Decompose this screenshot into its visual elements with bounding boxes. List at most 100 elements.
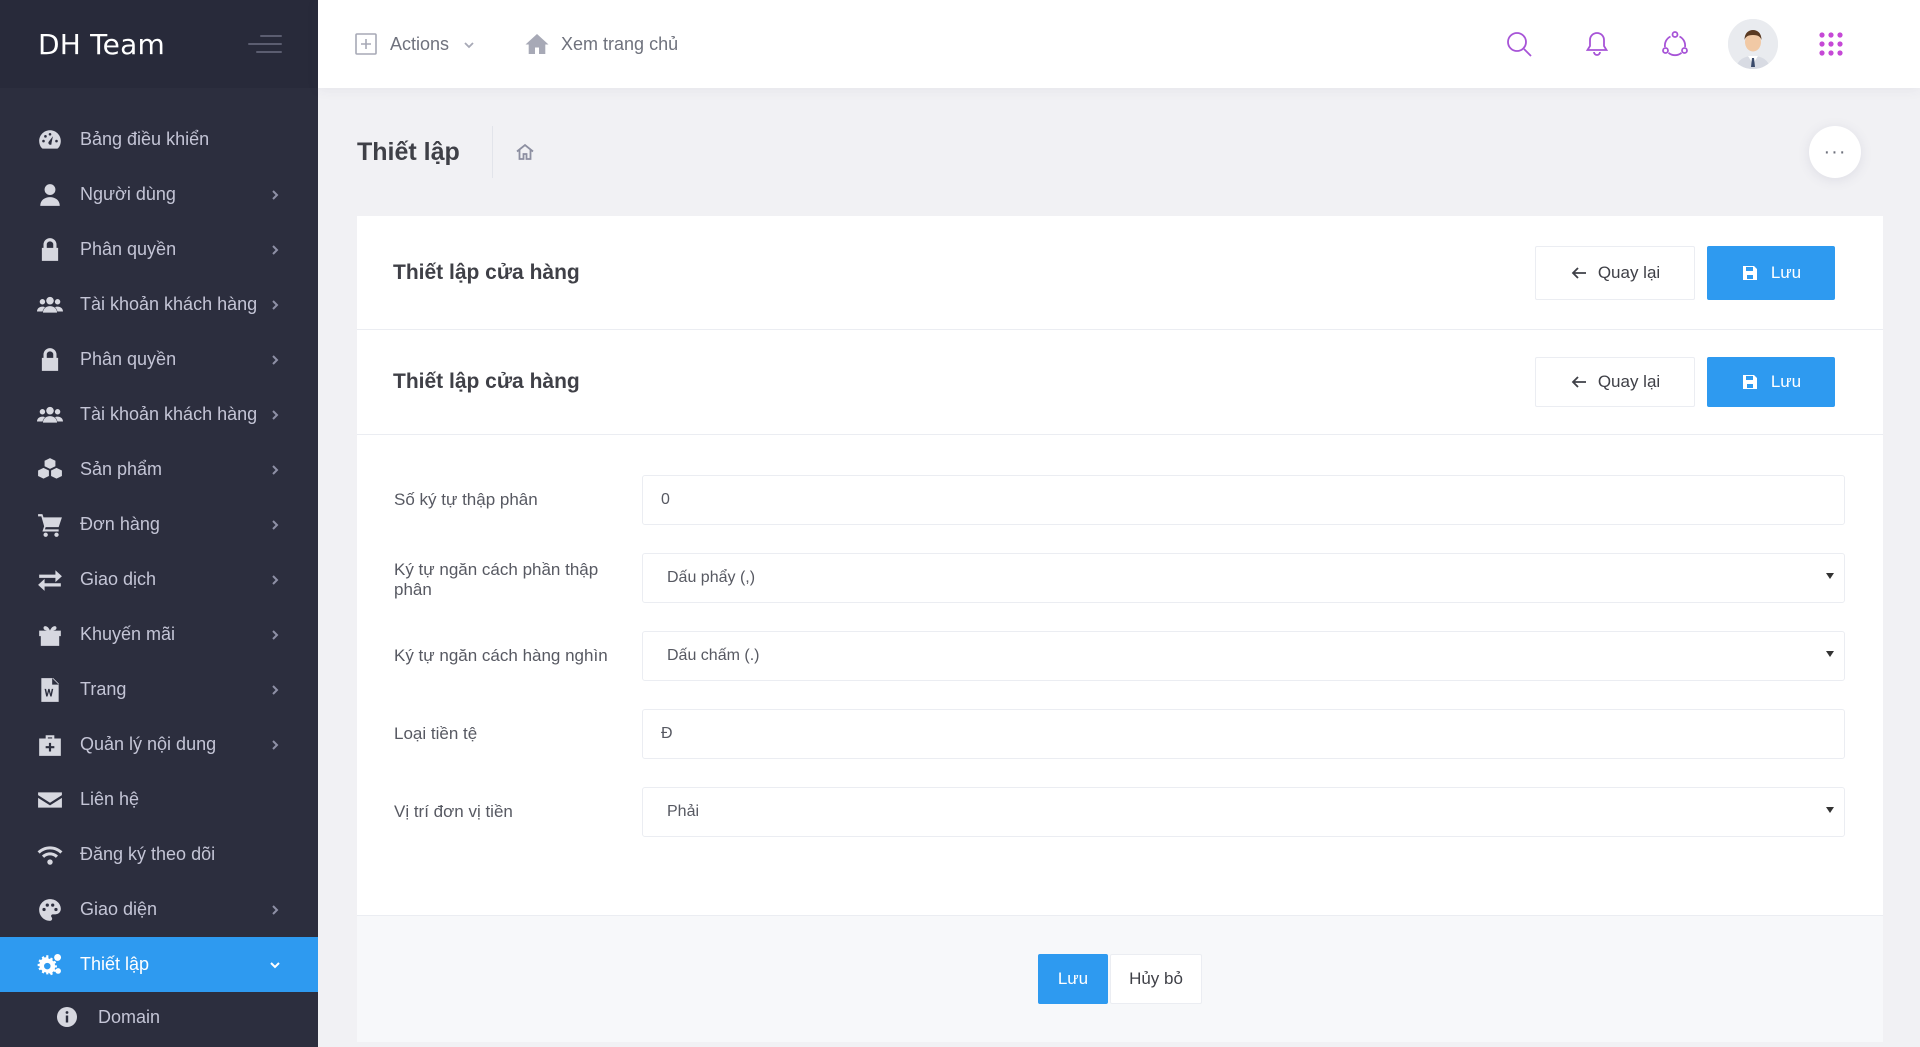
save-button-secondary[interactable]: Lưu xyxy=(1707,357,1835,407)
users-icon xyxy=(36,401,64,429)
sidebar-item-label: Tài khoản khách hàng xyxy=(80,404,258,424)
save-button-label: Lưu xyxy=(1770,262,1802,282)
sidebar: DH Team Bảng điều khiển Người dùng Phân … xyxy=(0,0,318,1047)
currency-position-label: Vị trí đơn vị tiền xyxy=(394,801,513,821)
lock-icon xyxy=(36,236,64,264)
users-icon xyxy=(36,291,64,319)
brand-logo-text: DH Team xyxy=(38,27,165,61)
sidebar-subitem-domain[interactable]: Domain xyxy=(0,992,318,1042)
sidebar-item-dashboard[interactable]: Bảng điều khiển xyxy=(0,112,318,167)
store-settings-portlet: Thiết lập cửa hàng Quay lại Lưu Thiết lậ… xyxy=(357,216,1883,1042)
chevron-right-icon xyxy=(268,628,282,642)
chevron-right-icon xyxy=(268,683,282,697)
sidebar-item-content-management[interactable]: Quản lý nội dung xyxy=(0,717,318,772)
more-options-button[interactable]: ··· xyxy=(1809,126,1861,178)
sidebar-item-label: Tài khoản khách hàng xyxy=(80,294,258,314)
back-button[interactable]: Quay lại xyxy=(1535,245,1695,300)
notifications-button[interactable] xyxy=(1558,14,1636,74)
back-button-secondary[interactable]: Quay lại xyxy=(1535,357,1695,407)
decimals-input[interactable]: 0 xyxy=(642,475,1845,525)
sidebar-item-products[interactable]: Sản phẩm xyxy=(0,442,318,497)
user-icon xyxy=(36,181,64,209)
sidebar-item-users[interactable]: Người dùng xyxy=(0,167,318,222)
share-cycle-icon xyxy=(1662,31,1688,57)
chevron-right-icon xyxy=(268,463,282,477)
settings-form: Số ký tự thập phân 0 Ký tự ngăn cách phầ… xyxy=(357,435,1883,837)
sidebar-item-label: Giao dịch xyxy=(80,569,157,589)
cogs-icon xyxy=(36,951,64,979)
lock-icon xyxy=(36,346,64,374)
decimal-separator-value: Dấu phẩy (,) xyxy=(667,569,756,586)
floppy-disk-icon xyxy=(1742,265,1757,280)
sidebar-item-label: Sản phẩm xyxy=(80,459,163,479)
view-homepage-link[interactable]: Xem trang chủ xyxy=(525,32,678,56)
sidebar-item-promotions[interactable]: Khuyến mãi xyxy=(0,607,318,662)
back-button-label: Quay lại xyxy=(1597,372,1661,391)
caret-down-icon xyxy=(1826,651,1834,657)
home-icon xyxy=(525,32,549,56)
chevron-right-icon xyxy=(268,903,282,917)
decimal-separator-select[interactable]: Dấu phẩy (,) xyxy=(642,553,1845,603)
currency-position-select[interactable]: Phải xyxy=(642,787,1845,837)
sidebar-item-customer-accounts-2[interactable]: Tài khoản khách hàng xyxy=(0,387,318,442)
apps-grid-icon xyxy=(1819,32,1843,56)
dashboard-icon xyxy=(36,126,64,154)
sidebar-item-settings[interactable]: Thiết lập xyxy=(0,937,318,992)
sidebar-item-pages[interactable]: Trang xyxy=(0,662,318,717)
sidebar-subitem-label: Domain xyxy=(98,1006,161,1027)
chevron-right-icon xyxy=(268,188,282,202)
medkit-icon xyxy=(36,731,64,759)
sidebar-item-customer-accounts[interactable]: Tài khoản khách hàng xyxy=(0,277,318,332)
brand-header: DH Team xyxy=(0,0,318,88)
footer-save-button[interactable]: Lưu xyxy=(1038,954,1108,1004)
chevron-right-icon xyxy=(268,353,282,367)
save-button[interactable]: Lưu xyxy=(1707,245,1835,300)
portlet-subheader: Thiết lập cửa hàng Quay lại Lưu xyxy=(357,330,1883,435)
sidebar-item-permissions[interactable]: Phân quyền xyxy=(0,222,318,277)
exchange-icon xyxy=(36,566,64,594)
sidebar-item-label: Bảng điều khiển xyxy=(80,129,210,149)
search-button[interactable] xyxy=(1480,14,1558,74)
thousand-separator-label: Ký tự ngăn cách hàng nghìn xyxy=(394,645,608,665)
sidebar-item-label: Quản lý nội dung xyxy=(80,734,217,754)
info-icon xyxy=(56,1006,78,1028)
floppy-disk-icon xyxy=(1742,375,1757,389)
sidebar-item-transactions[interactable]: Giao dịch xyxy=(0,552,318,607)
currency-input[interactable]: Đ xyxy=(642,709,1845,759)
thousand-separator-select[interactable]: Dấu chấm (.) xyxy=(642,631,1845,681)
breadcrumb-home-icon[interactable] xyxy=(515,142,535,162)
footer-cancel-button[interactable]: Hủy bỏ xyxy=(1110,954,1202,1004)
decimals-label: Số ký tự thập phân xyxy=(394,489,538,509)
topbar-right-tools xyxy=(1480,14,1920,74)
back-button-label: Quay lại xyxy=(1597,262,1661,282)
sidebar-item-label: Đăng ký theo dõi xyxy=(80,844,216,864)
currency-label: Loại tiền tệ xyxy=(394,723,478,743)
chevron-right-icon xyxy=(268,518,282,532)
add-square-icon xyxy=(354,32,378,56)
sidebar-toggle-icon[interactable] xyxy=(248,34,282,54)
form-row-thousand-separator: Ký tự ngăn cách hàng nghìn Dấu chấm (.) xyxy=(394,631,1845,681)
sidebar-item-orders[interactable]: Đơn hàng xyxy=(0,497,318,552)
arrow-left-icon xyxy=(1571,376,1586,388)
sidebar-item-permissions-2[interactable]: Phân quyền xyxy=(0,332,318,387)
sidebar-item-appearance[interactable]: Giao diện xyxy=(0,882,318,937)
currency-position-value: Phải xyxy=(667,803,700,820)
chevron-right-icon xyxy=(268,738,282,752)
sidebar-item-subscriptions[interactable]: Đăng ký theo dõi xyxy=(0,827,318,882)
top-header: Actions Xem trang chủ xyxy=(318,0,1920,88)
sidebar-item-label: Giao diện xyxy=(80,899,158,919)
quick-actions-button[interactable] xyxy=(1636,14,1714,74)
sidebar-item-contact[interactable]: Liên hệ xyxy=(0,772,318,827)
apps-menu-button[interactable] xyxy=(1792,14,1870,74)
more-horizontal-icon: ··· xyxy=(1823,140,1847,163)
actions-label: Actions xyxy=(390,33,450,54)
cubes-icon xyxy=(36,456,64,484)
form-row-decimals: Số ký tự thập phân 0 xyxy=(394,475,1845,525)
bell-icon xyxy=(1585,32,1609,56)
actions-dropdown[interactable]: Actions xyxy=(354,32,475,56)
save-button-label: Lưu xyxy=(1770,372,1802,391)
user-avatar[interactable] xyxy=(1728,19,1778,69)
caret-down-icon xyxy=(1826,573,1834,579)
caret-down-icon xyxy=(1826,807,1834,813)
decimal-separator-label: Ký tự ngăn cách phần thập phân xyxy=(394,559,599,599)
